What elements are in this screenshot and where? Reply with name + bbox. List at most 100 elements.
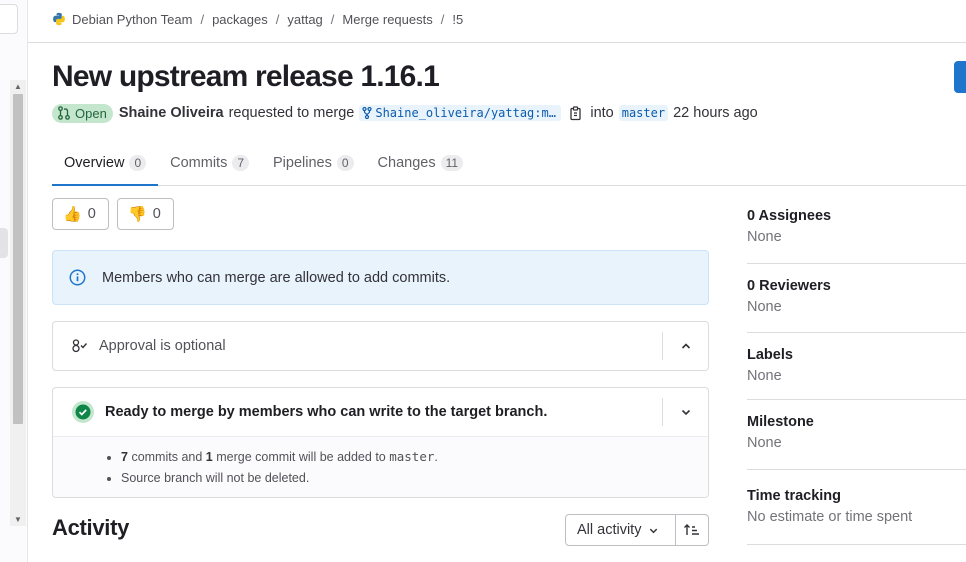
commits-text: commits and xyxy=(131,450,203,464)
edit-button-edge[interactable] xyxy=(954,61,966,93)
labels-value: None xyxy=(747,368,782,384)
source-branch-label: Shaine_oliveira/yattag:master xyxy=(375,106,558,120)
sidebar-divider xyxy=(747,469,966,470)
approval-text: Approval is optional xyxy=(99,338,226,354)
thumbs-down-icon: 👎 xyxy=(128,206,147,223)
tab-commits-label: Commits xyxy=(170,154,228,171)
breadcrumb-separator: / xyxy=(200,11,205,27)
breadcrumb-separator: / xyxy=(330,11,335,27)
reviewers-title: 0 Reviewers xyxy=(747,278,831,294)
merge-request-meta: Open Shaine Oliveira requested to merge … xyxy=(52,103,758,123)
tab-overview[interactable]: Overview 0 xyxy=(52,140,159,186)
merge-commits-info: 7 commits and 1 merge commit will be add… xyxy=(121,449,708,464)
chevron-up-icon xyxy=(681,343,690,349)
copy-branch-icon[interactable] xyxy=(569,105,583,121)
assignees-title: 0 Assignees xyxy=(747,208,832,224)
reviewers-value: None xyxy=(747,299,782,315)
scroll-down-arrow-icon[interactable]: ▼ xyxy=(14,515,22,524)
sidebar-divider xyxy=(747,332,966,333)
sidebar-collapse-box[interactable] xyxy=(0,4,18,34)
activity-filter-dropdown[interactable]: All activity xyxy=(565,514,676,546)
tab-pipelines-label: Pipelines xyxy=(273,154,332,171)
chevron-down-icon xyxy=(650,528,658,533)
milestone-title: Milestone xyxy=(747,414,814,430)
created-time: 22 hours ago xyxy=(673,105,758,121)
time-tracking-title: Time tracking xyxy=(747,488,842,504)
merge-target-branch: master xyxy=(389,449,435,464)
breadcrumb-merge-requests-link[interactable]: Merge requests xyxy=(342,12,432,27)
expand-merge-details-button[interactable] xyxy=(662,398,708,426)
tab-overview-label: Overview xyxy=(64,154,125,171)
python-team-avatar-icon xyxy=(53,12,65,26)
chevron-down-icon xyxy=(681,409,690,416)
source-branch-note: Source branch will not be deleted. xyxy=(121,471,708,485)
sidebar-divider xyxy=(747,399,966,400)
scrollbar[interactable]: ▲ ▼ xyxy=(10,80,26,526)
into-text: into xyxy=(590,105,614,121)
header-divider xyxy=(28,42,966,43)
approval-widget: Approval is optional xyxy=(52,321,709,371)
status-badge: Open xyxy=(52,103,113,123)
assignees-section: 0 Assignees None xyxy=(747,208,966,245)
activity-filter-label: All activity xyxy=(577,522,642,538)
breadcrumb-mr-id-link[interactable]: !5 xyxy=(452,12,463,27)
target-branch-link[interactable]: master xyxy=(618,105,669,121)
tab-overview-count: 0 xyxy=(129,154,147,171)
info-alert: Members who can merge are allowed to add… xyxy=(52,250,709,305)
tab-pipelines[interactable]: Pipelines 0 xyxy=(261,140,366,185)
merge-details-list: 7 commits and 1 merge commit will be add… xyxy=(53,436,708,497)
activity-heading: Activity xyxy=(52,515,130,540)
breadcrumb-subgroup-link[interactable]: packages xyxy=(212,12,268,27)
breadcrumb-separator: / xyxy=(275,11,280,27)
status-badge-label: Open xyxy=(75,105,107,121)
thumbs-up-button[interactable]: 👍 0 xyxy=(52,198,109,230)
merge-status-text: Ready to merge by members who can write … xyxy=(105,404,548,420)
breadcrumb: Debian Python Team / packages / yattag /… xyxy=(52,10,463,28)
check-circle-icon xyxy=(72,401,94,423)
collapse-approval-button[interactable] xyxy=(662,332,708,360)
author-link[interactable]: Shaine Oliveira xyxy=(119,105,224,121)
labels-title: Labels xyxy=(747,347,793,363)
tab-changes-label: Changes xyxy=(377,154,436,171)
breadcrumb-project-link[interactable]: yattag xyxy=(287,12,322,27)
branch-icon xyxy=(362,107,372,119)
action-text: requested to merge xyxy=(228,105,355,121)
time-tracking-value: No estimate or time spent xyxy=(747,509,913,525)
milestone-value: None xyxy=(747,435,782,451)
merge-widget: Ready to merge by members who can write … xyxy=(52,387,709,498)
merge-commit-count: 1 xyxy=(205,450,213,464)
sidebar-active-marker xyxy=(0,228,8,258)
scroll-up-arrow-icon[interactable]: ▲ xyxy=(14,82,22,91)
merge-request-open-icon xyxy=(58,106,70,120)
tab-commits[interactable]: Commits 7 xyxy=(158,140,261,185)
scrollbar-thumb[interactable] xyxy=(13,94,23,424)
reviewers-section: 0 Reviewers None xyxy=(747,278,966,315)
sidebar-divider xyxy=(747,544,966,545)
info-icon xyxy=(69,269,86,286)
sort-lowest-icon xyxy=(684,524,699,535)
time-tracking-section: Time tracking No estimate or time spent xyxy=(747,488,966,525)
tab-commits-count: 7 xyxy=(232,154,250,171)
assignees-value: None xyxy=(747,229,782,245)
milestone-section: Milestone None xyxy=(747,414,966,451)
sidebar-divider xyxy=(747,263,966,264)
tab-changes-count: 11 xyxy=(440,154,464,171)
left-navigation-rail: ▲ ▼ xyxy=(0,0,28,562)
labels-section: Labels None xyxy=(747,347,966,384)
breadcrumb-group-link[interactable]: Debian Python Team xyxy=(72,12,192,27)
thumbs-down-button[interactable]: 👎 0 xyxy=(117,198,174,230)
commit-count: 7 xyxy=(121,450,128,464)
page-title: New upstream release 1.16.1 xyxy=(52,60,440,93)
breadcrumb-separator: / xyxy=(440,11,445,27)
merge-request-tabs: Overview 0 Commits 7 Pipelines 0 Changes… xyxy=(52,140,966,186)
tab-changes[interactable]: Changes 11 xyxy=(366,140,476,185)
approval-icon xyxy=(72,339,88,353)
info-alert-text: Members who can merge are allowed to add… xyxy=(102,269,451,286)
thumbs-down-count: 0 xyxy=(152,206,161,222)
source-branch-link[interactable]: Shaine_oliveira/yattag:master xyxy=(359,105,562,121)
merge-commit-text: merge commit will be added to xyxy=(216,450,386,464)
sort-direction-button[interactable] xyxy=(675,514,709,546)
thumbs-up-count: 0 xyxy=(87,206,96,222)
thumbs-up-icon: 👍 xyxy=(63,206,82,223)
tab-pipelines-count: 0 xyxy=(336,154,354,171)
